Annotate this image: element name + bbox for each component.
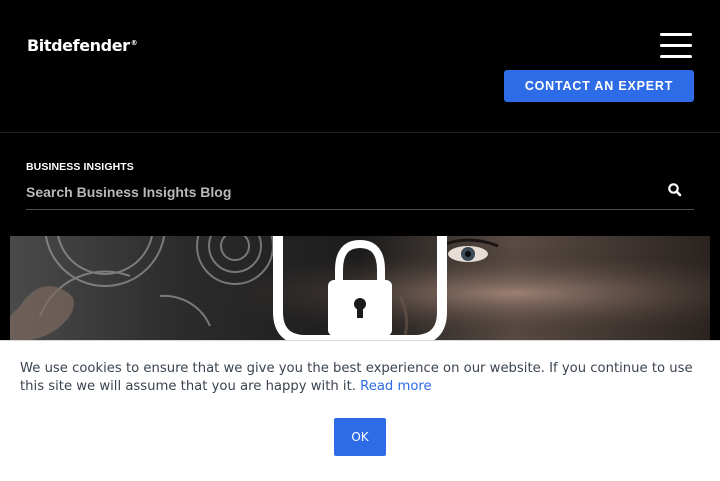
cookie-message-text: We use cookies to ensure that we give yo… — [20, 361, 693, 394]
cookie-ok-button[interactable]: OK — [334, 418, 386, 456]
menu-bar-top — [660, 33, 692, 36]
menu-bar-middle — [660, 44, 692, 47]
blog-search-input[interactable] — [26, 181, 646, 203]
search-underline — [26, 209, 694, 210]
logo-text: Bitdefender — [27, 36, 130, 55]
blog-search-bar: BUSINESS INSIGHTS — [0, 133, 720, 236]
search-icon[interactable] — [666, 181, 684, 199]
menu-bar-bottom — [660, 55, 692, 58]
read-more-link[interactable]: Read more — [360, 379, 432, 394]
contact-expert-button[interactable]: CONTACT AN EXPERT — [504, 70, 694, 102]
cookie-banner: We use cookies to ensure that we give yo… — [0, 340, 720, 481]
hero-image — [10, 236, 710, 340]
logo-trademark: ® — [130, 38, 138, 47]
bitdefender-logo[interactable]: Bitdefender® — [27, 36, 138, 55]
site-header: Bitdefender® CONTACT AN EXPERT — [0, 0, 720, 133]
hamburger-menu-icon[interactable] — [660, 33, 692, 59]
cookie-message: We use cookies to ensure that we give yo… — [20, 360, 710, 396]
hero-illustration — [10, 236, 710, 340]
blog-section-label: BUSINESS INSIGHTS — [26, 161, 134, 173]
